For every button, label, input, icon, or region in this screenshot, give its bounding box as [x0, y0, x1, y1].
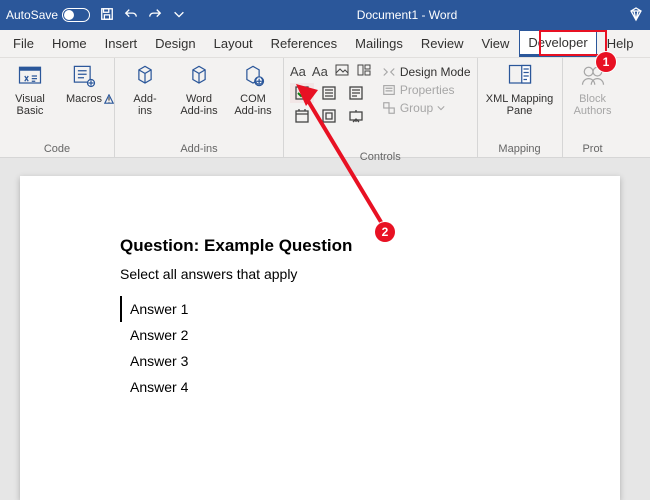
properties-label: Properties: [400, 83, 455, 97]
rich-text-content-icon[interactable]: Aa: [290, 64, 306, 79]
ribbon: Visual Basic Macros Code Add- ins Word A…: [0, 58, 650, 158]
tab-design[interactable]: Design: [147, 32, 203, 55]
design-mode-button[interactable]: Design Mode: [382, 65, 471, 79]
ribbon-group-protect: Block Authors Prot: [563, 58, 623, 157]
annotation-box-tab: [539, 30, 607, 56]
ribbon-group-mapping: XML Mapping Pane Mapping: [478, 58, 563, 157]
building-block-icon[interactable]: [356, 62, 372, 81]
list-item[interactable]: Answer 2: [120, 322, 580, 348]
undo-icon[interactable]: [124, 7, 138, 24]
question-prompt: Select all answers that apply: [120, 266, 580, 282]
titlebar: AutoSave Document1 - Word: [0, 0, 650, 30]
properties-button[interactable]: Properties: [382, 83, 471, 97]
visual-basic-button[interactable]: Visual Basic: [6, 62, 54, 117]
com-addins-label: COM Add-ins: [234, 93, 271, 117]
visual-basic-label: Visual Basic: [15, 93, 45, 117]
date-picker-icon[interactable]: [290, 106, 314, 126]
tab-insert[interactable]: Insert: [97, 32, 146, 55]
question-heading: Question: Example Question: [120, 236, 580, 256]
macros-button[interactable]: Macros: [60, 62, 108, 105]
addins-label: Add- ins: [133, 93, 156, 117]
save-icon[interactable]: [100, 7, 114, 24]
answer-list: Answer 1 Answer 2 Answer 3 Answer 4: [120, 296, 580, 400]
list-item[interactable]: Answer 1: [120, 296, 580, 322]
tab-mailings[interactable]: Mailings: [347, 32, 411, 55]
tab-file[interactable]: File: [5, 32, 42, 55]
picture-content-icon[interactable]: [334, 62, 350, 81]
group-label-mapping: Mapping: [484, 141, 556, 155]
repeating-section-icon[interactable]: [317, 106, 341, 126]
block-authors-label: Block Authors: [574, 93, 612, 117]
ribbon-group-addins: Add- ins Word Add-ins COM Add-ins Add-in…: [115, 58, 284, 157]
annotation-badge-2: 2: [375, 222, 395, 242]
tab-view[interactable]: View: [473, 32, 517, 55]
dropdown-icon[interactable]: [172, 7, 186, 24]
autosave-label: AutoSave: [6, 8, 58, 22]
autosave-toggle[interactable]: AutoSave: [6, 8, 90, 22]
addins-icon: [131, 62, 159, 90]
group-label-addins: Add-ins: [121, 141, 277, 155]
legacy-tools-icon[interactable]: [344, 106, 368, 126]
word-addins-icon: [185, 62, 213, 90]
tab-layout[interactable]: Layout: [206, 32, 261, 55]
xml-mapping-label: XML Mapping Pane: [486, 93, 553, 117]
word-addins-button[interactable]: Word Add-ins: [175, 62, 223, 117]
diamond-icon[interactable]: [628, 6, 644, 25]
group-button[interactable]: Group: [382, 101, 471, 115]
xml-mapping-pane-button[interactable]: XML Mapping Pane: [484, 62, 556, 117]
word-addins-label: Word Add-ins: [180, 93, 217, 117]
design-mode-label: Design Mode: [400, 65, 471, 79]
xml-mapping-icon: [506, 62, 534, 90]
macros-icon: [70, 62, 98, 90]
plain-text-content-icon[interactable]: Aa: [312, 64, 328, 79]
group-label-controls: Controls: [290, 149, 471, 163]
group-label-code: Code: [6, 141, 108, 155]
page-area: Question: Example Question Select all an…: [0, 158, 650, 500]
toggle-switch-icon: [62, 8, 90, 22]
dropdown-content-icon[interactable]: [344, 83, 368, 103]
visual-basic-icon: [16, 62, 44, 90]
combobox-content-icon[interactable]: [317, 83, 341, 103]
list-item[interactable]: Answer 4: [120, 374, 580, 400]
tab-home[interactable]: Home: [44, 32, 95, 55]
ribbon-group-code: Visual Basic Macros Code: [0, 58, 115, 157]
annotation-badge-1: 1: [596, 52, 616, 72]
group-label-protect: Prot: [569, 141, 617, 155]
tab-review[interactable]: Review: [413, 32, 472, 55]
list-item[interactable]: Answer 3: [120, 348, 580, 374]
redo-icon[interactable]: [148, 7, 162, 24]
checkbox-content-control-button[interactable]: [290, 83, 314, 103]
group-control-label: Group: [400, 101, 433, 115]
tab-references[interactable]: References: [263, 32, 345, 55]
ribbon-group-controls: Aa Aa Design Mode Properties Group: [284, 58, 478, 157]
com-addins-button[interactable]: COM Add-ins: [229, 62, 277, 117]
macros-label: Macros: [66, 93, 102, 105]
document-page[interactable]: Question: Example Question Select all an…: [20, 176, 620, 500]
document-title: Document1 - Word: [186, 8, 628, 22]
addins-button[interactable]: Add- ins: [121, 62, 169, 117]
com-addins-icon: [239, 62, 267, 90]
